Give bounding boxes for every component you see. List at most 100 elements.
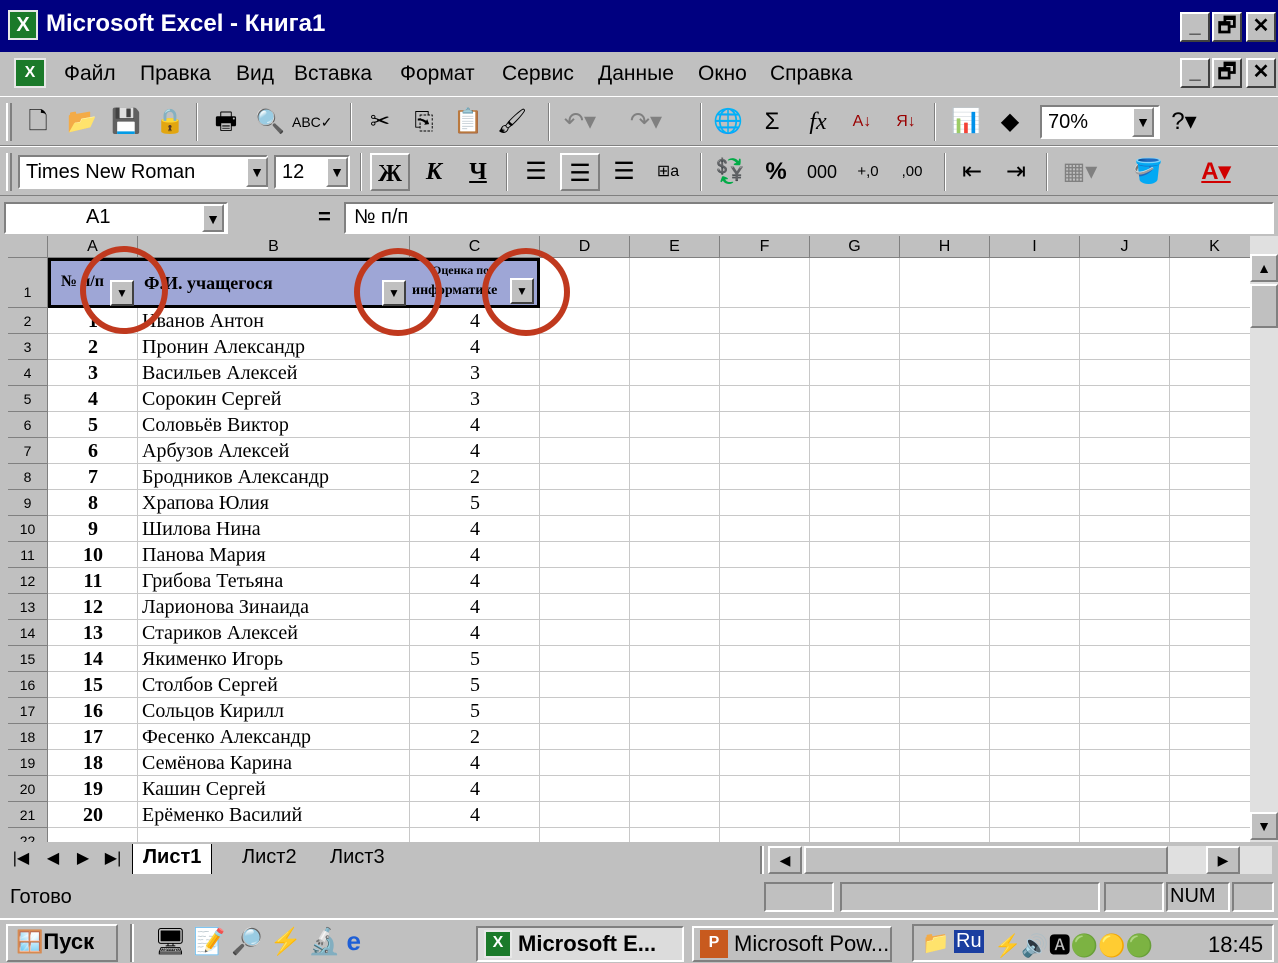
- number-cell[interactable]: 8: [48, 490, 138, 516]
- language-indicator[interactable]: Ru: [954, 930, 984, 953]
- function-icon[interactable]: fx: [798, 103, 838, 141]
- number-cell[interactable]: 14: [48, 646, 138, 672]
- task-excel[interactable]: X Microsoft E...: [476, 926, 684, 962]
- number-cell[interactable]: 16: [48, 698, 138, 724]
- row-header[interactable]: 18: [8, 724, 48, 750]
- sheet-tab-2[interactable]: Лист2: [234, 844, 305, 871]
- row-header[interactable]: 9: [8, 490, 48, 516]
- spreadsheet-grid[interactable]: A B C D E F G H I J K 1 2 3 4 5 6 7 8 9 10 11 12 13 14 15 16 17 18 19…: [8, 236, 1250, 842]
- column-header[interactable]: J: [1080, 236, 1170, 258]
- number-cell[interactable]: 9: [48, 516, 138, 542]
- name-cell[interactable]: Храпова Юлия: [142, 490, 410, 516]
- menu-tools[interactable]: Сервис: [502, 62, 574, 86]
- bold-button[interactable]: Ж: [370, 153, 410, 191]
- percent-button[interactable]: %: [756, 153, 796, 191]
- row-header[interactable]: 8: [8, 464, 48, 490]
- number-cell[interactable]: 4: [48, 386, 138, 412]
- open-icon[interactable]: 📂: [62, 103, 102, 141]
- row-header[interactable]: 14: [8, 620, 48, 646]
- toolbar-grip[interactable]: [6, 153, 12, 191]
- grade-cell[interactable]: 4: [410, 594, 540, 620]
- name-cell[interactable]: Васильев Алексей: [142, 360, 410, 386]
- column-header[interactable]: F: [720, 236, 810, 258]
- row-header[interactable]: 16: [8, 672, 48, 698]
- show-desktop-icon[interactable]: 🖥: [154, 926, 193, 956]
- scroll-thumb[interactable]: [1250, 284, 1278, 328]
- doc-minimize-button[interactable]: _: [1180, 58, 1210, 88]
- last-sheet-button[interactable]: ▶|: [98, 848, 128, 874]
- undo-icon[interactable]: ↶▾: [560, 103, 600, 141]
- tray-icons[interactable]: ⚡🔊🅰🟢🟡🟢: [994, 928, 1153, 960]
- copy-icon[interactable]: ⎘: [404, 103, 444, 141]
- menu-data[interactable]: Данные: [598, 62, 674, 86]
- column-header[interactable]: E: [630, 236, 720, 258]
- select-all-corner[interactable]: [8, 236, 48, 258]
- column-header[interactable]: B: [138, 236, 410, 258]
- row-header[interactable]: 22: [8, 828, 48, 842]
- name-cell[interactable]: Шилова Нина: [142, 516, 410, 542]
- number-cell[interactable]: 12: [48, 594, 138, 620]
- spelling-icon[interactable]: ABC✓: [292, 103, 333, 141]
- search-icon[interactable]: 🔎: [231, 926, 269, 956]
- column-header[interactable]: K: [1170, 236, 1250, 258]
- number-cell[interactable]: 5: [48, 412, 138, 438]
- row-header[interactable]: 3: [8, 334, 48, 360]
- number-cell[interactable]: 7: [48, 464, 138, 490]
- name-cell[interactable]: Ларионова Зинаида: [142, 594, 410, 620]
- zoom-dropdown[interactable]: ▼: [1132, 107, 1154, 137]
- number-cell[interactable]: 19: [48, 776, 138, 802]
- permission-icon[interactable]: 🔒: [150, 103, 190, 141]
- name-cell[interactable]: Ерёменко Василий: [142, 802, 410, 828]
- scroll-down-button[interactable]: ▼: [1250, 812, 1278, 840]
- italic-button[interactable]: К: [414, 153, 454, 191]
- align-left-icon[interactable]: ☰: [516, 153, 556, 191]
- task-powerpoint[interactable]: P Microsoft Pow...: [692, 926, 892, 962]
- name-cell[interactable]: Стариков Алексей: [142, 620, 410, 646]
- font-name-dropdown[interactable]: ▼: [246, 157, 268, 187]
- number-cell[interactable]: 13: [48, 620, 138, 646]
- grade-cell[interactable]: 5: [410, 698, 540, 724]
- next-sheet-button[interactable]: ▶: [68, 848, 98, 874]
- row-header[interactable]: 4: [8, 360, 48, 386]
- print-icon[interactable]: 🖶: [206, 103, 246, 141]
- grade-cell[interactable]: 4: [410, 438, 540, 464]
- cut-icon[interactable]: ✂: [360, 103, 400, 141]
- increase-indent-icon[interactable]: ⇥: [996, 153, 1036, 191]
- grade-cell[interactable]: 3: [410, 360, 540, 386]
- sheet-tab-1[interactable]: Лист1: [132, 844, 213, 874]
- align-right-icon[interactable]: ☰: [604, 153, 644, 191]
- horizontal-scrollbar[interactable]: ◀ ▶: [768, 846, 1272, 874]
- number-cell[interactable]: 15: [48, 672, 138, 698]
- name-cell[interactable]: Сольцов Кирилл: [142, 698, 410, 724]
- menu-insert[interactable]: Вставка: [294, 62, 372, 86]
- name-cell[interactable]: Кашин Сергей: [142, 776, 410, 802]
- name-cell[interactable]: Панова Мария: [142, 542, 410, 568]
- formula-input[interactable]: № п/п: [344, 202, 1274, 234]
- row-header[interactable]: 11: [8, 542, 48, 568]
- scroll-left-button[interactable]: ◀: [768, 846, 802, 874]
- menu-window[interactable]: Окно: [698, 62, 747, 86]
- name-box-dropdown[interactable]: ▼: [202, 204, 224, 232]
- row-header[interactable]: 1: [8, 258, 48, 308]
- row-header[interactable]: 6: [8, 412, 48, 438]
- autosum-icon[interactable]: Σ: [752, 103, 792, 141]
- borders-icon[interactable]: ▦▾: [1060, 153, 1100, 191]
- grade-cell[interactable]: 4: [410, 334, 540, 360]
- column-header[interactable]: G: [810, 236, 900, 258]
- grade-cell[interactable]: 5: [410, 646, 540, 672]
- internet-explorer-icon[interactable]: e: [347, 926, 367, 956]
- number-cell[interactable]: 20: [48, 802, 138, 828]
- increase-decimal-button[interactable]: +,0: [848, 153, 888, 191]
- workbook-icon[interactable]: X: [14, 58, 46, 88]
- menu-help[interactable]: Справка: [770, 62, 852, 86]
- row-header[interactable]: 12: [8, 568, 48, 594]
- underline-button[interactable]: Ч: [458, 153, 498, 191]
- print-preview-icon[interactable]: 🔍: [250, 103, 290, 141]
- name-cell[interactable]: Соловьёв Виктор: [142, 412, 410, 438]
- name-cell[interactable]: Бродников Александр: [142, 464, 410, 490]
- grade-cell[interactable]: 4: [410, 412, 540, 438]
- row-header[interactable]: 20: [8, 776, 48, 802]
- font-size-dropdown[interactable]: ▼: [326, 157, 348, 187]
- minimize-button[interactable]: _: [1180, 12, 1210, 42]
- sort-desc-icon[interactable]: Я↓: [886, 103, 926, 141]
